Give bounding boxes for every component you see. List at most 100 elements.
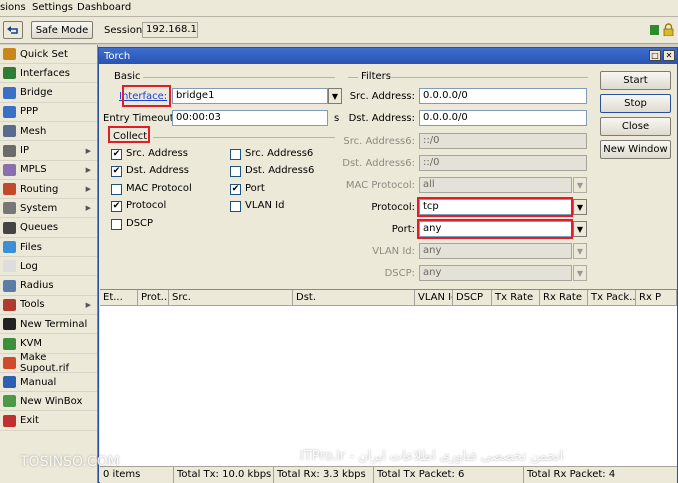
collect-dscp-checkbox[interactable] [111, 219, 122, 230]
column-header[interactable]: Tx Pack... [588, 290, 636, 306]
dscp-arrow-icon: ▼ [573, 265, 587, 281]
sidebar-item-bridge[interactable]: Bridge [0, 84, 97, 103]
sidebar-item-make-supout-rif[interactable]: Make Supout.rif [0, 352, 97, 374]
collect-dst-address6-checkbox[interactable] [230, 166, 241, 177]
collect-mac-protocol-checkbox[interactable] [111, 184, 122, 195]
undo-button[interactable] [3, 21, 23, 39]
protocol-highlight [417, 197, 573, 217]
log-icon [3, 260, 16, 273]
maximize-icon[interactable]: □ [649, 50, 661, 61]
collect-port-label: Port [245, 183, 265, 194]
sidebar-item-system[interactable]: System ▶ [0, 199, 97, 219]
sidebar-item-label: Radius [20, 280, 54, 292]
filters-divider-left [348, 77, 358, 78]
sidebar-item-mpls[interactable]: MPLS ▶ [0, 161, 97, 180]
collect-protocol-checkbox[interactable]: ✔ [111, 201, 122, 212]
collect-src-address6-checkbox[interactable] [230, 149, 241, 160]
column-header[interactable]: Rx P [636, 290, 677, 306]
sidebar-item-quick-set[interactable]: Quick Set [0, 45, 97, 64]
queues-icon [3, 221, 16, 234]
collect-protocol-label: Protocol [126, 200, 167, 211]
manual-icon [3, 376, 16, 389]
sidebar-item-files[interactable]: Files [0, 238, 97, 257]
mac-protocol-arrow-icon: ▼ [573, 177, 587, 193]
interface-highlight [122, 85, 171, 107]
column-header[interactable]: Et... [100, 290, 138, 306]
files-icon [3, 241, 16, 253]
column-header[interactable]: Rx Rate [540, 290, 588, 306]
session-label: Session: [104, 25, 146, 36]
status-bar: 0 items Total Tx: 10.0 kbps Total Rx: 3.… [100, 466, 677, 483]
entry-timeout-field[interactable]: 00:00:03 [172, 110, 328, 126]
window-titlebar[interactable]: Torch □ ✕ [99, 48, 677, 64]
submenu-arrow-icon: ▶ [85, 165, 91, 174]
sidebar-item-label: Exit [20, 415, 39, 427]
column-header[interactable]: DSCP [453, 290, 492, 306]
new-window-button[interactable]: New Window [600, 140, 671, 159]
src-address6-field: ::/0 [419, 133, 587, 149]
protocol-arrow-icon[interactable]: ▼ [573, 199, 587, 215]
collect-dst-address-checkbox[interactable]: ✔ [111, 166, 122, 177]
torch-window: Torch □ ✕ Basic Interface: bridge1 ▼ Ent… [98, 47, 678, 483]
menu-dashboard[interactable]: Dashboard [77, 2, 131, 13]
sidebar-item-queues[interactable]: Queues [0, 219, 97, 238]
submenu-arrow-icon: ▶ [85, 146, 91, 155]
column-header[interactable]: VLAN Id [415, 290, 453, 306]
port-arrow-icon[interactable]: ▼ [573, 221, 587, 237]
sidebar-item-label: Interfaces [20, 67, 70, 79]
sidebar-item-label: IP [20, 145, 29, 156]
sidebar-item-ip[interactable]: IP ▶ [0, 142, 97, 161]
vlan-id-label: VLAN Id: [372, 246, 415, 257]
tools-icon [3, 298, 16, 311]
quick-set-icon [3, 48, 16, 60]
undo-icon [7, 26, 18, 34]
routing-icon [3, 183, 16, 196]
close-button[interactable]: Close [600, 117, 671, 136]
port-highlight [417, 219, 573, 239]
sidebar-item-exit[interactable]: Exit [0, 412, 97, 431]
dst-address-label: Dst. Address: [348, 113, 415, 124]
terminal-icon [3, 318, 16, 331]
status-total-tx: Total Tx: 10.0 kbps [174, 467, 274, 483]
column-header[interactable]: Prot... [138, 290, 169, 306]
column-header[interactable]: Dst. [293, 290, 415, 306]
menu-sessions[interactable]: sions [0, 2, 26, 13]
vlan-id-arrow-icon: ▼ [573, 243, 587, 259]
collect-dst-address-label: Dst. Address [126, 165, 190, 176]
column-header[interactable]: Src. [169, 290, 293, 306]
collect-dst-address6-label: Dst. Address6 [245, 165, 315, 176]
safe-mode-button[interactable]: Safe Mode [31, 21, 93, 39]
sidebar-item-radius[interactable]: Radius [0, 277, 97, 296]
sidebar-item-label: PPP [20, 106, 39, 118]
collect-port-checkbox[interactable]: ✔ [230, 184, 241, 195]
collect-vlan-id-checkbox[interactable] [230, 201, 241, 212]
status-total-rx-packet: Total Rx Packet: 4 [527, 469, 616, 480]
collect-src-address-checkbox[interactable]: ✔ [111, 149, 122, 160]
session-field[interactable]: 192.168.1.1 [142, 22, 198, 38]
src-address-field[interactable]: 0.0.0.0/0 [419, 88, 587, 104]
dst-address-field[interactable]: 0.0.0.0/0 [419, 110, 587, 126]
sidebar-item-ppp[interactable]: PPP [0, 103, 97, 122]
interface-dropdown[interactable]: bridge1 [172, 88, 328, 104]
sidebar-item-log[interactable]: Log [0, 257, 97, 277]
sidebar-item-new-terminal[interactable]: New Terminal [0, 315, 97, 335]
dscp-dropdown: any [419, 265, 572, 281]
close-window-icon[interactable]: ✕ [663, 50, 675, 61]
watermark-right: ITPro.ir - انجمن تخصصی فناوری اطلاعات ای… [300, 449, 564, 464]
sidebar-item-tools[interactable]: Tools ▶ [0, 296, 97, 315]
stop-button[interactable]: Stop [600, 94, 671, 113]
results-table[interactable]: Et...Prot...Src.Dst.VLAN IdDSCPTx RateRx… [100, 289, 677, 466]
start-button[interactable]: Start [600, 71, 671, 90]
src-address-label: Src. Address: [349, 91, 415, 102]
toolbar: Safe Mode Session: 192.168.1.1 [0, 17, 678, 44]
sidebar-item-interfaces[interactable]: Interfaces [0, 64, 97, 84]
sidebar-item-new-winbox[interactable]: New WinBox [0, 392, 97, 412]
menu-settings[interactable]: Settings [32, 2, 73, 13]
collect-mac-protocol-label: MAC Protocol [126, 183, 192, 194]
sidebar-item-routing[interactable]: Routing ▶ [0, 180, 97, 200]
column-header[interactable]: Tx Rate [492, 290, 540, 306]
watermark-left: TOSINSO.COM [20, 454, 120, 470]
sidebar-item-manual[interactable]: Manual [0, 373, 97, 393]
sidebar-item-kvm[interactable]: KVM [0, 335, 97, 354]
sidebar-item-mesh[interactable]: Mesh [0, 122, 97, 142]
